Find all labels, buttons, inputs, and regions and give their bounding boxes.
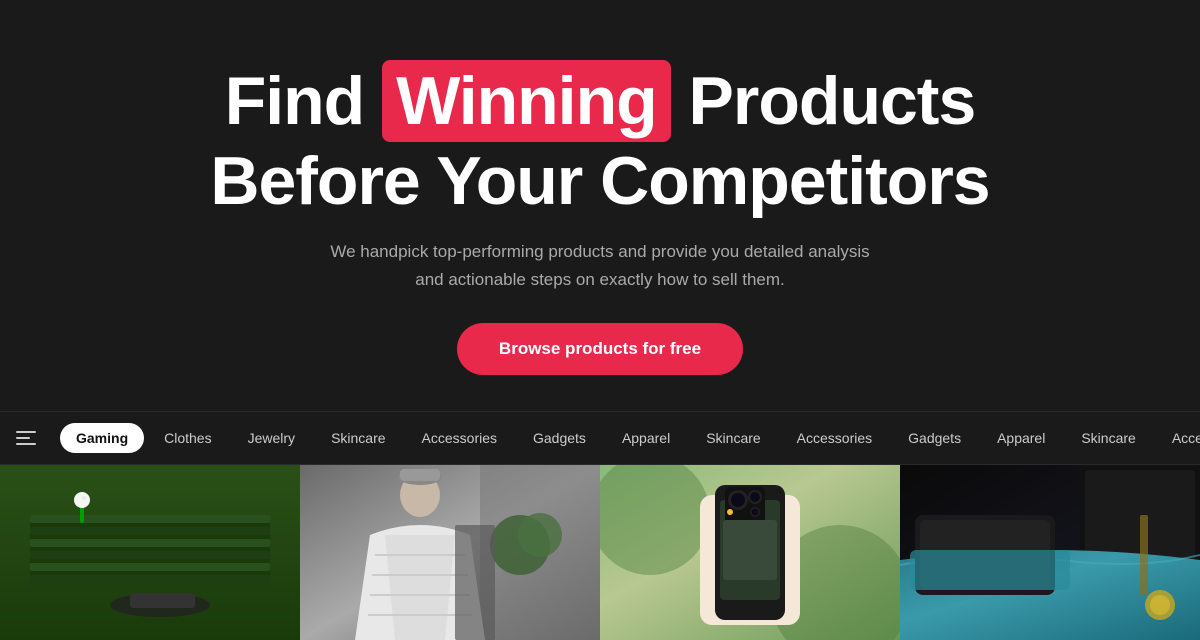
tab-skincare[interactable]: Skincare: [315, 423, 401, 453]
product-card-2[interactable]: [300, 465, 600, 640]
title-highlight: Winning: [382, 60, 671, 142]
tab-gadgets[interactable]: Gadgets: [517, 423, 602, 453]
hero-subtitle: We handpick top-performing products and …: [330, 238, 870, 292]
hero-title: Find Winning Products Before Your Compet…: [210, 60, 989, 220]
tab-accessories-3[interactable]: Accessories: [1156, 423, 1200, 453]
filter-line-1: [16, 431, 36, 433]
tab-jewelry[interactable]: Jewelry: [232, 423, 311, 453]
tab-accessories-2[interactable]: Accessories: [781, 423, 888, 453]
product-card-3[interactable]: [600, 465, 900, 640]
tab-clothes[interactable]: Clothes: [148, 423, 227, 453]
hero-section: Find Winning Products Before Your Compet…: [0, 0, 1200, 411]
product-card-4[interactable]: [900, 465, 1200, 640]
filter-line-3: [16, 443, 36, 445]
tab-gadgets-2[interactable]: Gadgets: [892, 423, 977, 453]
browse-cta-button[interactable]: Browse products for free: [457, 323, 743, 375]
title-line2: Before Your Competitors: [210, 143, 989, 219]
tab-apparel-2[interactable]: Apparel: [981, 423, 1061, 453]
tab-skincare-3[interactable]: Skincare: [1065, 423, 1151, 453]
tab-apparel[interactable]: Apparel: [606, 423, 686, 453]
title-before: Find: [225, 63, 382, 139]
filter-icon[interactable]: [16, 422, 48, 454]
tab-skincare-2[interactable]: Skincare: [690, 423, 776, 453]
products-grid: [0, 465, 1200, 640]
tab-gaming[interactable]: Gaming: [60, 423, 144, 453]
title-after: Products: [671, 63, 976, 139]
filter-line-2: [16, 437, 30, 439]
tab-accessories[interactable]: Accessories: [406, 423, 513, 453]
product-card-1[interactable]: [0, 465, 300, 640]
category-tabs-bar: Gaming Clothes Jewelry Skincare Accessor…: [0, 411, 1200, 465]
